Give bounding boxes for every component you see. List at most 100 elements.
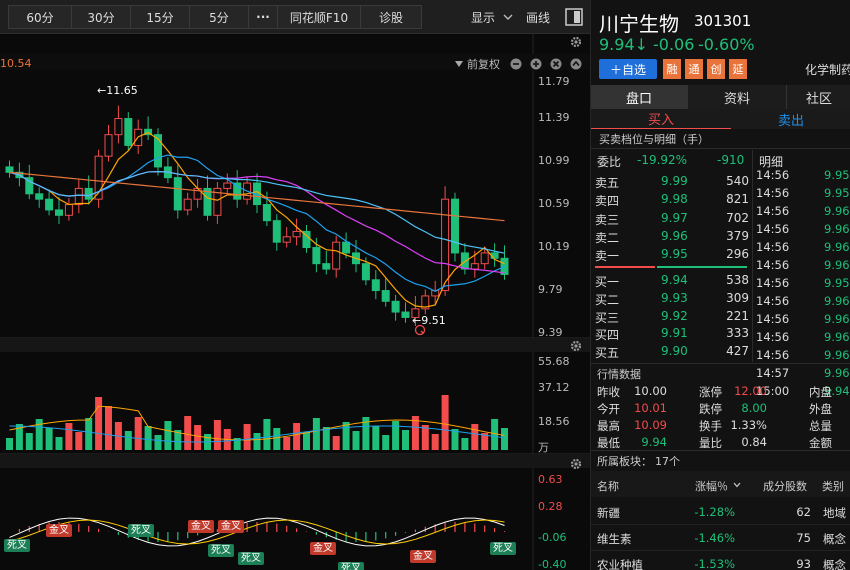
bid-row[interactable]: 买二 9.93 309 xyxy=(595,289,850,307)
tag-margin[interactable]: 融 xyxy=(663,59,681,79)
price-tick: 11.39 xyxy=(538,111,570,124)
add-watchlist-button[interactable]: ＋自选 xyxy=(599,59,657,79)
display-dropdown[interactable]: 显示 xyxy=(462,5,522,29)
volume-bar xyxy=(312,418,320,450)
industry-label[interactable]: 化学制药 xyxy=(805,61,850,78)
tick-time: 14:56 xyxy=(756,294,790,308)
tag-growth[interactable]: 创 xyxy=(707,59,725,79)
dead-cross-label[interactable]: 死叉 xyxy=(128,524,154,537)
tag-connect[interactable]: 通 xyxy=(685,59,703,79)
ask-row[interactable]: 卖一 9.95 296 xyxy=(595,245,850,263)
dead-cross-label[interactable]: 死叉 xyxy=(490,542,516,555)
chart-area[interactable]: 10.54 前复权 11.79 11.39 10.99 10.59 10.19 … xyxy=(0,34,590,570)
ask-volume: 379 xyxy=(726,228,749,243)
fuquan-label: 前复权 xyxy=(467,58,500,71)
market-value: 1.33% xyxy=(730,418,767,432)
volume-bar xyxy=(85,418,93,450)
q-marker-icon[interactable] xyxy=(414,324,426,336)
ellipsis-icon[interactable]: ··· xyxy=(248,5,278,29)
bid-row[interactable]: 买五 9.90 427 xyxy=(595,342,850,360)
dead-cross-label[interactable]: 死叉 xyxy=(238,552,264,565)
ask-row[interactable]: 卖四 9.98 821 xyxy=(595,190,850,208)
sector-type: 概念 xyxy=(823,558,846,570)
dead-cross-label[interactable]: 死叉 xyxy=(208,544,234,557)
gear-icon[interactable] xyxy=(570,340,582,352)
chevron-up-icon[interactable] xyxy=(570,58,582,70)
tab-5min[interactable]: 5分 xyxy=(189,5,249,29)
dead-cross-label[interactable]: 死叉 xyxy=(4,539,30,552)
ask-label: 卖一 xyxy=(595,249,620,264)
golden-cross-label[interactable]: 金叉 xyxy=(218,520,244,533)
tick-price: 9.96 xyxy=(824,204,850,218)
current-price: 9.94↓ xyxy=(599,35,649,54)
tick-time: 14:56 xyxy=(756,222,790,236)
volume-bar xyxy=(421,425,429,450)
volume-bar xyxy=(402,430,409,450)
candle xyxy=(183,198,192,211)
volume-bar xyxy=(144,426,152,450)
sector-type: 地域 xyxy=(823,506,846,520)
sector-row[interactable]: 维生素 -1.46% 75 概念 xyxy=(591,525,850,551)
draw-line-button[interactable]: 画线 xyxy=(520,5,556,29)
tick-time: 14:56 xyxy=(756,276,790,290)
price-tick: 10.59 xyxy=(538,197,570,210)
volume-bar xyxy=(303,432,310,450)
sector-row[interactable]: 农业种植 -1.53% 93 概念 xyxy=(591,551,850,570)
f10-button[interactable]: 同花顺F10 xyxy=(277,5,361,29)
volume-bar xyxy=(45,428,53,450)
dead-cross-label[interactable]: 死叉 xyxy=(338,562,364,570)
layout-toggle-icon[interactable] xyxy=(563,5,585,29)
tick-price: 9.96 xyxy=(824,258,850,272)
gear-icon[interactable] xyxy=(570,36,582,48)
tab-30min[interactable]: 30分 xyxy=(71,5,131,29)
tab-pankou[interactable]: 盘口 xyxy=(591,85,688,109)
golden-cross-label[interactable]: 金叉 xyxy=(410,550,436,563)
bid-row[interactable]: 买一 9.94 538 xyxy=(595,271,850,289)
tick-price: 9.96 xyxy=(824,348,850,362)
kline-chart[interactable] xyxy=(0,34,590,570)
volume-bar xyxy=(471,424,479,450)
candle xyxy=(233,182,242,200)
fuquan-dropdown[interactable]: 前复权 xyxy=(454,56,500,72)
tag-extended[interactable]: 延 xyxy=(729,59,747,79)
tab-ziliao[interactable]: 资料 xyxy=(688,85,787,109)
volume-bar xyxy=(134,417,142,450)
tick-row: 14:56 9.96 xyxy=(756,330,850,344)
tick-time: 14:56 xyxy=(756,330,790,344)
col-type[interactable]: 类别 xyxy=(822,478,844,494)
panel-header xyxy=(0,454,590,468)
diagnose-button[interactable]: 诊股 xyxy=(360,5,422,29)
volume-bar xyxy=(352,431,360,450)
buy-button[interactable]: 买入 xyxy=(591,109,731,129)
volume-bar xyxy=(263,419,271,450)
col-pct[interactable]: 涨幅％ xyxy=(695,478,728,494)
ask-row[interactable]: 卖三 9.97 702 xyxy=(595,209,850,227)
price-change: -0.06 xyxy=(653,35,695,54)
tab-community[interactable]: 社区 xyxy=(787,85,850,109)
zoom-in-icon[interactable] xyxy=(530,58,542,70)
col-name[interactable]: 名称 xyxy=(597,478,619,494)
ask-label: 卖二 xyxy=(595,230,620,245)
col-count[interactable]: 成分股数 xyxy=(763,478,807,494)
ask-row[interactable]: 卖五 9.99 540 xyxy=(595,172,850,190)
volume-bar xyxy=(283,437,291,450)
tab-15min[interactable]: 15分 xyxy=(130,5,190,29)
bid-row[interactable]: 买四 9.91 333 xyxy=(595,324,850,342)
bid-row[interactable]: 买三 9.92 221 xyxy=(595,307,850,325)
golden-cross-label[interactable]: 金叉 xyxy=(310,542,336,555)
close-icon[interactable] xyxy=(550,58,562,70)
gear-icon[interactable] xyxy=(570,458,582,470)
tab-60min[interactable]: 60分 xyxy=(8,5,72,29)
market-key: 金额 xyxy=(809,436,832,450)
ask-row[interactable]: 卖二 9.96 379 xyxy=(595,227,850,245)
sector-row[interactable]: 新疆 -1.28% 62 地域 xyxy=(591,499,850,525)
sell-button[interactable]: 卖出 xyxy=(731,109,850,129)
golden-cross-label[interactable]: 金叉 xyxy=(46,524,72,537)
volume-bar xyxy=(441,395,449,450)
ask-volume: 821 xyxy=(726,192,749,207)
volume-tick: 37.12 xyxy=(538,381,570,394)
golden-cross-label[interactable]: 金叉 xyxy=(188,520,214,533)
zoom-out-icon[interactable] xyxy=(510,58,522,70)
candle xyxy=(84,187,93,200)
candle xyxy=(173,177,182,211)
